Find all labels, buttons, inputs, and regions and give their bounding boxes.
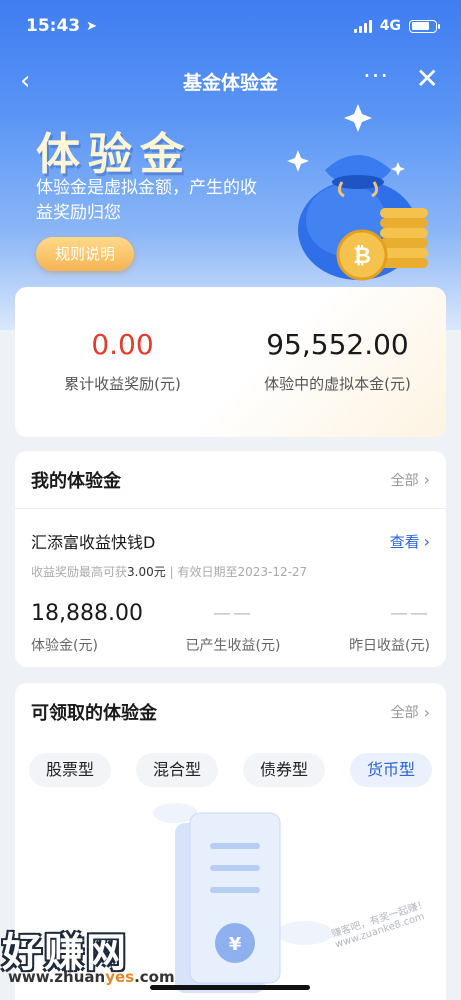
tab-bond[interactable]: 债券型 bbox=[243, 753, 325, 787]
battery-icon bbox=[409, 19, 440, 33]
fund-row: 汇添富收益快钱D 查看 › bbox=[31, 529, 430, 553]
earned-summary: 0.00 累计收益奖励(元) bbox=[15, 327, 230, 394]
stat-value: —— bbox=[213, 603, 253, 624]
avail-card-header: 可领取的体验金 全部 › bbox=[15, 683, 446, 741]
stat-trial-amount: 18,888.00 体验金(元) bbox=[31, 599, 143, 655]
all-link-label: 全部 bbox=[390, 705, 419, 721]
tab-hybrid[interactable]: 混合型 bbox=[136, 753, 218, 787]
my-card-title: 我的体验金 bbox=[31, 470, 121, 492]
chevron-right-icon: › bbox=[423, 531, 430, 551]
earned-value: 0.00 bbox=[91, 328, 154, 361]
fund-type-tabs: 股票型 混合型 债券型 货币型 bbox=[29, 753, 432, 787]
note-expiry: 有效日期至2023-12-27 bbox=[177, 565, 308, 579]
stat-value: —— bbox=[390, 603, 430, 624]
principal-label: 体验中的虚拟本金(元) bbox=[264, 375, 411, 393]
principal-value: 95,552.00 bbox=[266, 328, 409, 361]
svg-text:¥: ¥ bbox=[229, 934, 242, 955]
stat-label: 昨日收益(元) bbox=[349, 638, 430, 654]
status-time: 15:43 bbox=[26, 16, 81, 36]
note-prefix: 收益奖励最高可获 bbox=[31, 565, 128, 579]
close-icon[interactable]: ✕ bbox=[416, 64, 439, 94]
my-trial-fund-card: 我的体验金 全部 › 汇添富收益快钱D 查看 › 收益奖励最高可获3.00元 |… bbox=[15, 451, 446, 667]
watermark-url: www.zhuanyes.com bbox=[8, 968, 175, 986]
stat-value: 18,888.00 bbox=[31, 601, 143, 626]
avail-card-title: 可领取的体验金 bbox=[31, 703, 157, 724]
view-link[interactable]: 查看 › bbox=[390, 531, 430, 552]
network-label: 4G bbox=[379, 18, 401, 34]
principal-summary: 95,552.00 体验中的虚拟本金(元) bbox=[230, 327, 445, 394]
note-separator: | bbox=[169, 565, 174, 579]
back-icon[interactable]: ‹ bbox=[20, 66, 30, 96]
avail-card-all-link[interactable]: 全部 › bbox=[391, 702, 430, 722]
view-link-label: 查看 bbox=[389, 532, 420, 551]
home-indicator[interactable] bbox=[150, 985, 310, 990]
status-bar: 15:43 ➤ 4G bbox=[0, 0, 461, 52]
summary-card: 0.00 累计收益奖励(元) 95,552.00 体验中的虚拟本金(元) bbox=[15, 287, 446, 437]
location-icon: ➤ bbox=[86, 18, 98, 34]
all-link-label: 全部 bbox=[390, 472, 419, 489]
my-card-all-link[interactable]: 全部 › bbox=[391, 470, 430, 490]
tab-stock[interactable]: 股票型 bbox=[29, 753, 111, 787]
stat-label: 已产生收益(元) bbox=[185, 638, 281, 654]
hero-description: 体验金是虚拟金额，产生的收益奖励归您 bbox=[36, 178, 257, 223]
note-amount: 3.00元 bbox=[127, 565, 166, 579]
watermark-url-prefix: www.zhuan bbox=[8, 968, 106, 986]
my-card-header: 我的体验金 全部 › bbox=[15, 451, 446, 509]
page-title: 基金体验金 bbox=[182, 71, 278, 94]
tab-money-market[interactable]: 货币型 bbox=[350, 753, 432, 787]
stat-earned: —— 已产生收益(元) bbox=[183, 599, 283, 655]
signal-icon bbox=[353, 19, 372, 33]
fund-note: 收益奖励最高可获3.00元 | 有效日期至2023-12-27 bbox=[31, 563, 307, 580]
svg-text:₿: ₿ bbox=[353, 244, 371, 269]
hero-title: 体验金 bbox=[36, 129, 192, 180]
earned-label: 累计收益奖励(元) bbox=[64, 375, 181, 393]
watermark-url-mid: yes bbox=[105, 968, 135, 986]
chevron-right-icon: › bbox=[423, 702, 430, 722]
nav-bar: ‹ 基金体验金 ··· ✕ bbox=[0, 56, 461, 106]
stat-label: 体验金(元) bbox=[31, 638, 98, 654]
watermark-url-suffix: .com bbox=[134, 968, 175, 986]
rules-button[interactable]: 规则说明 bbox=[36, 237, 134, 271]
chevron-right-icon: › bbox=[423, 470, 430, 489]
more-icon[interactable]: ··· bbox=[363, 62, 389, 90]
money-bag-illustration: ₿ bbox=[287, 104, 428, 281]
fund-name: 汇添富收益快钱D bbox=[31, 533, 156, 552]
hero-banner: 15:43 ➤ 4G ‹ 基金体验金 ··· ✕ 体验金 体验金是虚拟金额，产生… bbox=[0, 0, 461, 330]
stat-yesterday: —— 昨日收益(元) bbox=[349, 599, 430, 655]
